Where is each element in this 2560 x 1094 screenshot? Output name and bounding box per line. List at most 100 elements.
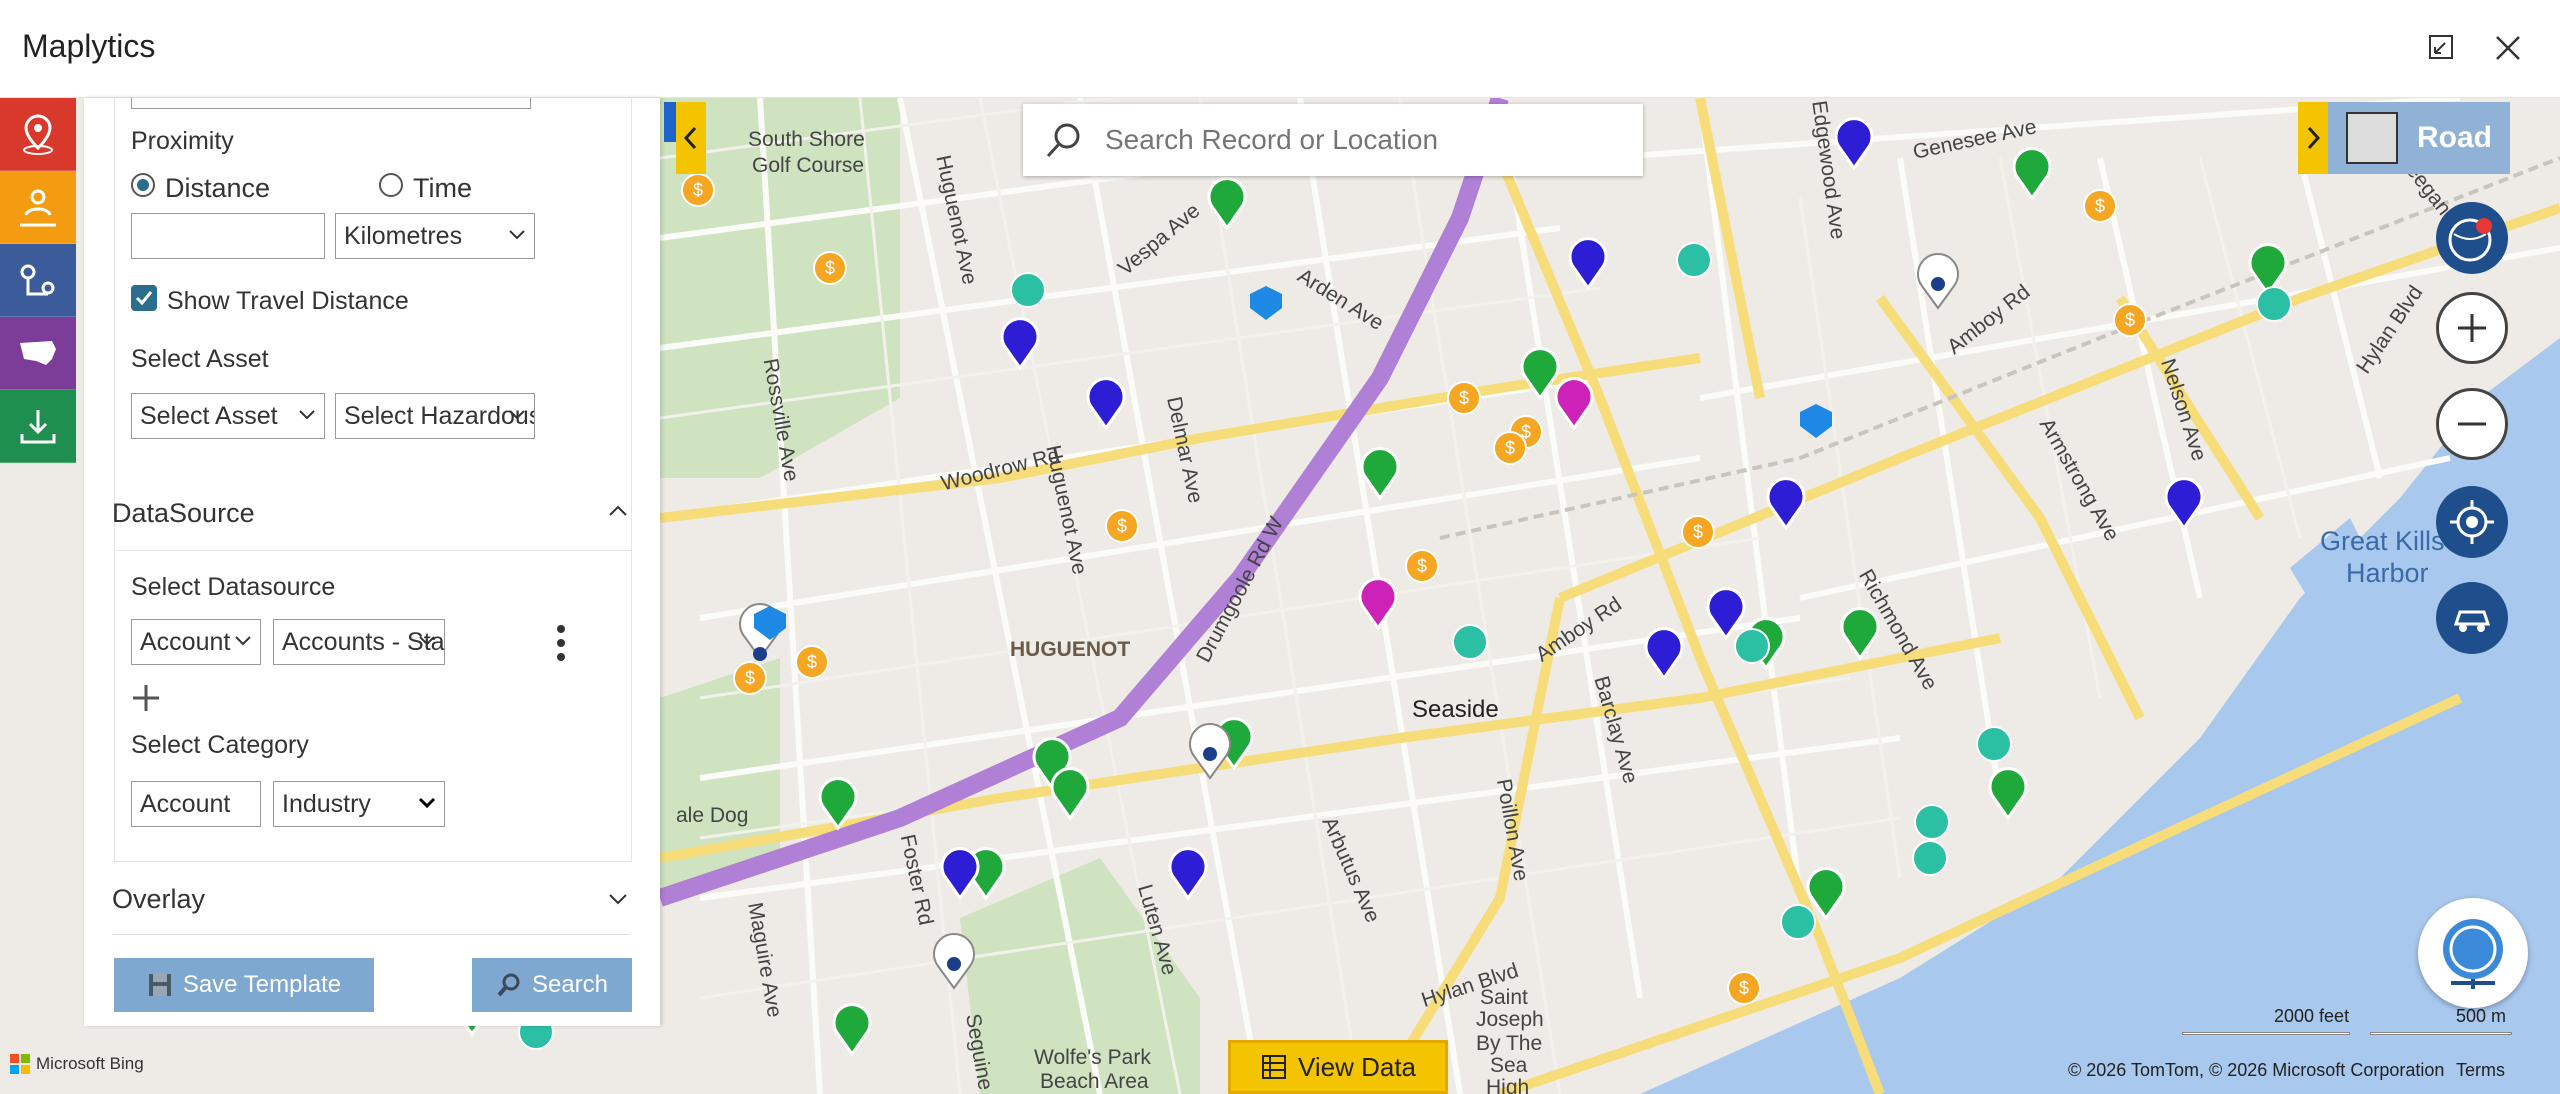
microsoft-logo-icon (10, 1054, 30, 1074)
left-rail (0, 98, 76, 463)
checkmark-icon (135, 291, 153, 306)
asset-select[interactable]: Select Asset (131, 393, 325, 439)
datasource-header[interactable]: DataSource (112, 498, 255, 529)
road-map-thumbnail-icon (2346, 112, 2398, 164)
map-people (1734, 628, 1770, 664)
territory-people-icon (20, 189, 56, 227)
map-people (1676, 242, 1712, 278)
unit-select[interactable]: Kilometres (335, 213, 535, 259)
map-search-box[interactable] (1023, 104, 1643, 176)
usa-map-icon (20, 341, 56, 365)
distance-input[interactable] (131, 213, 325, 259)
street-view-globe-button[interactable] (2418, 898, 2528, 1008)
map-pin-green (2012, 147, 2052, 201)
map-pin-blue (1168, 847, 1208, 901)
rail-download-button[interactable] (0, 390, 76, 463)
chevron-down-icon (419, 636, 435, 646)
select-datasource-label: Select Datasource (131, 573, 336, 601)
entity-select[interactable]: Account (131, 619, 261, 665)
globe-locate-button[interactable] (2436, 202, 2508, 274)
close-icon[interactable] (2484, 24, 2532, 72)
show-travel-distance-checkbox[interactable] (131, 285, 157, 311)
crosshair-icon (2450, 500, 2494, 544)
search-button[interactable]: Search (472, 958, 632, 1012)
view-select[interactable]: Accounts - Sta (273, 619, 445, 665)
zoom-out-button[interactable] (2436, 388, 2508, 460)
select-category-label: Select Category (131, 731, 309, 759)
add-icon[interactable] (131, 683, 161, 713)
map-pin-blue (1766, 477, 1806, 531)
more-vertical-icon[interactable] (555, 623, 567, 663)
map-people (1780, 904, 1816, 940)
select-asset-label: Select Asset (131, 345, 269, 373)
car-icon (2453, 610, 2491, 632)
svg-text:$: $ (1693, 522, 1703, 542)
map-pin-blue (1834, 117, 1874, 171)
map-pin-magenta (1554, 377, 1594, 431)
previous-field[interactable] (131, 98, 531, 109)
collapse-panel-button[interactable] (676, 102, 706, 174)
map-pin-green (832, 1003, 872, 1057)
map-pin-blue (1644, 627, 1684, 681)
chevron-down-icon[interactable] (608, 892, 628, 906)
map-search-input[interactable] (1105, 124, 1605, 156)
car-route-button[interactable] (2436, 582, 2508, 654)
app-title: Maplytics (22, 28, 156, 64)
map-people (2256, 286, 2292, 322)
terms-link[interactable]: Terms (2456, 1060, 2505, 1081)
rail-map-button[interactable] (0, 317, 76, 390)
plus-icon (2458, 314, 2486, 342)
distance-radio[interactable] (131, 173, 155, 197)
globe-icon (2443, 919, 2503, 989)
map-home-shield (1800, 404, 1832, 438)
overlay-header[interactable]: Overlay (112, 884, 205, 915)
map-type-button[interactable]: Road (2328, 102, 2510, 174)
view-data-button[interactable]: View Data (1228, 1040, 1448, 1094)
proximity-label: Proximity (131, 127, 234, 155)
rail-proximity-button[interactable] (0, 98, 76, 171)
category-entity-field[interactable]: Account (131, 781, 261, 827)
route-icon (20, 264, 55, 296)
scale-meters: 500 m (2456, 1006, 2507, 1026)
rail-territory-button[interactable] (0, 171, 76, 244)
map-home-shield (1250, 286, 1282, 320)
svg-text:$: $ (1459, 388, 1469, 408)
time-radio[interactable] (379, 173, 403, 197)
save-template-label: Save Template (182, 971, 342, 998)
map-pin-green (2248, 243, 2288, 297)
zoom-in-button[interactable] (2436, 292, 2508, 364)
map-pin-green (818, 777, 858, 831)
rail-route-button[interactable] (0, 244, 76, 317)
svg-text:$: $ (2125, 310, 2135, 330)
svg-text:$: $ (807, 652, 817, 672)
category-field-select[interactable]: Industry (273, 781, 445, 827)
scale-feet: 2000 feet (2274, 1006, 2350, 1026)
copyright-text: © 2026 TomTom, © 2026 Microsoft Corporat… (2068, 1060, 2445, 1080)
category-field-value: Industry (282, 790, 371, 818)
map-pin-green (1520, 347, 1560, 401)
chevron-down-icon (235, 636, 251, 646)
map-pin-green (1050, 767, 1090, 821)
svg-text:$: $ (1521, 422, 1531, 442)
bing-logo: Microsoft Bing (10, 1054, 144, 1074)
entity-select-value: Account (140, 628, 231, 656)
svg-text:$: $ (1417, 556, 1427, 576)
hazard-select[interactable]: Select Hazardous (335, 393, 535, 439)
svg-text:$: $ (745, 668, 755, 688)
hazard-select-value: Select Hazardous (344, 402, 535, 430)
restore-icon[interactable] (2418, 24, 2466, 72)
chevron-down-icon (418, 797, 436, 809)
globe-pin-icon (2448, 218, 2492, 262)
svg-text:$: $ (1739, 978, 1749, 998)
save-template-button[interactable]: Save Template (114, 958, 374, 1012)
svg-text:$: $ (825, 258, 835, 278)
location-pin-icon (23, 114, 53, 155)
my-location-button[interactable] (2436, 486, 2508, 558)
map-people (1452, 624, 1488, 660)
chevron-left-icon (683, 126, 697, 150)
expand-right-panel-button[interactable] (2298, 102, 2328, 174)
map-people (1010, 272, 1046, 308)
chevron-up-icon[interactable] (608, 504, 628, 518)
map-pin-blue (1086, 377, 1126, 431)
svg-text:$: $ (1117, 516, 1127, 536)
